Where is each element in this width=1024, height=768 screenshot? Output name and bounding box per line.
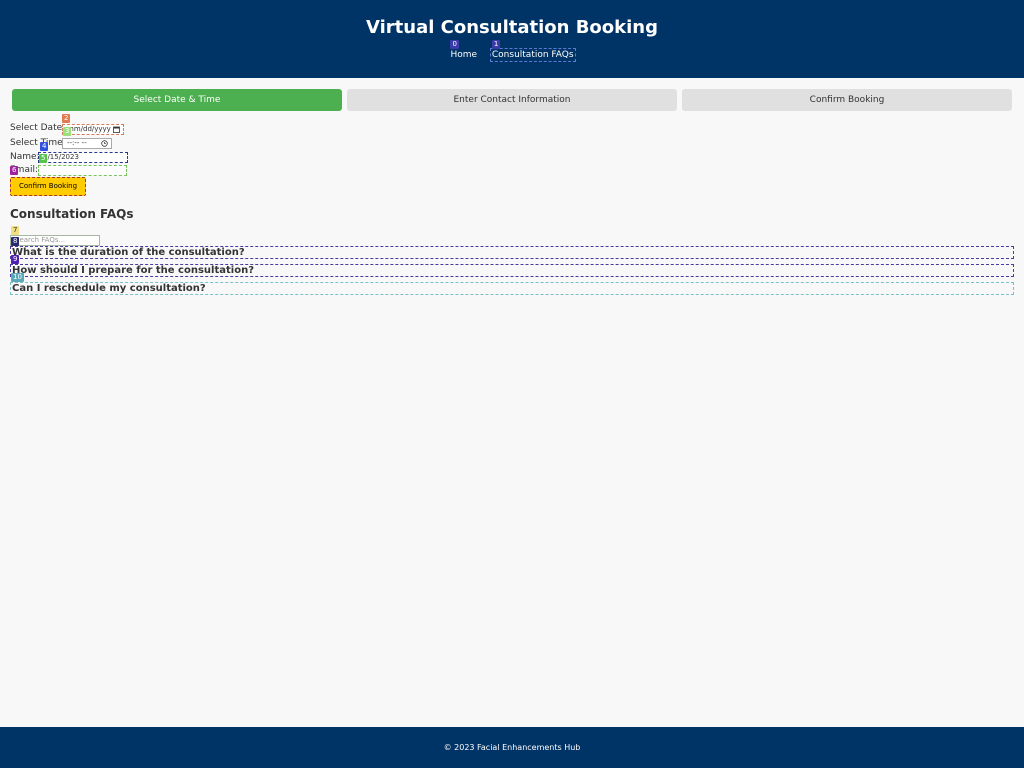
faq-search-input[interactable]: Search FAQs... bbox=[10, 235, 100, 246]
date-input[interactable]: mm/dd/yyyy bbox=[62, 124, 124, 135]
faq-item-reschedule[interactable]: Can I reschedule my consultation? bbox=[10, 282, 1014, 295]
element-badge: 0 bbox=[450, 40, 459, 49]
step-select-date-time[interactable]: Select Date & Time bbox=[12, 89, 342, 111]
nav-link-faqs[interactable]: 1 Consultation FAQs bbox=[489, 40, 576, 62]
element-badge: 7 bbox=[11, 226, 20, 235]
nav-link-home[interactable]: 0 Home bbox=[449, 40, 480, 61]
nav-link-label: Home bbox=[450, 50, 478, 60]
copyright-text: © 2023 Facial Enhancements Hub bbox=[443, 743, 581, 752]
email-input[interactable] bbox=[38, 165, 127, 176]
element-badge: 4 bbox=[40, 142, 49, 151]
element-badge: 1 bbox=[491, 40, 501, 49]
main-nav: 0 Home 1 Consultation FAQs bbox=[0, 40, 1024, 62]
element-badge: 6 bbox=[10, 166, 19, 175]
date-label: Select Date: bbox=[10, 123, 66, 133]
element-badge: 5 bbox=[39, 154, 48, 163]
time-label: Select Time: bbox=[10, 138, 66, 148]
name-input[interactable]: 2/15/2023 bbox=[38, 152, 128, 163]
element-badge: 3 bbox=[63, 127, 72, 136]
element-badge: 2 bbox=[62, 114, 71, 123]
faq-section-title: Consultation FAQs bbox=[10, 207, 134, 221]
element-badge: 10 bbox=[11, 273, 24, 282]
faq-item-prepare[interactable]: How should I prepare for the consultatio… bbox=[10, 264, 1014, 277]
booking-steps: Select Date & Time Enter Contact Informa… bbox=[12, 89, 1012, 111]
page-title: Virtual Consultation Booking bbox=[365, 17, 659, 38]
nav-link-label: Consultation FAQs bbox=[491, 50, 574, 60]
page-header: Virtual Consultation Booking 0 Home 1 Co… bbox=[0, 0, 1024, 78]
name-input-value: 2/15/2023 bbox=[43, 153, 79, 161]
element-badge: 9 bbox=[11, 255, 20, 264]
element-badge: 8 bbox=[11, 237, 20, 246]
faq-item-duration[interactable]: What is the duration of the consultation… bbox=[10, 246, 1014, 259]
time-input[interactable]: --:-- -- bbox=[62, 138, 112, 149]
step-confirm-booking[interactable]: Confirm Booking bbox=[682, 89, 1012, 111]
time-input-value: --:-- -- bbox=[67, 139, 87, 147]
clock-icon bbox=[101, 140, 108, 150]
confirm-booking-button[interactable]: Confirm Booking bbox=[10, 177, 86, 196]
page-footer: © 2023 Facial Enhancements Hub bbox=[0, 727, 1024, 768]
step-contact-info[interactable]: Enter Contact Information bbox=[347, 89, 677, 111]
name-label: Name: bbox=[10, 152, 40, 162]
calendar-icon bbox=[113, 126, 120, 136]
date-input-value: mm/dd/yyyy bbox=[67, 125, 111, 133]
